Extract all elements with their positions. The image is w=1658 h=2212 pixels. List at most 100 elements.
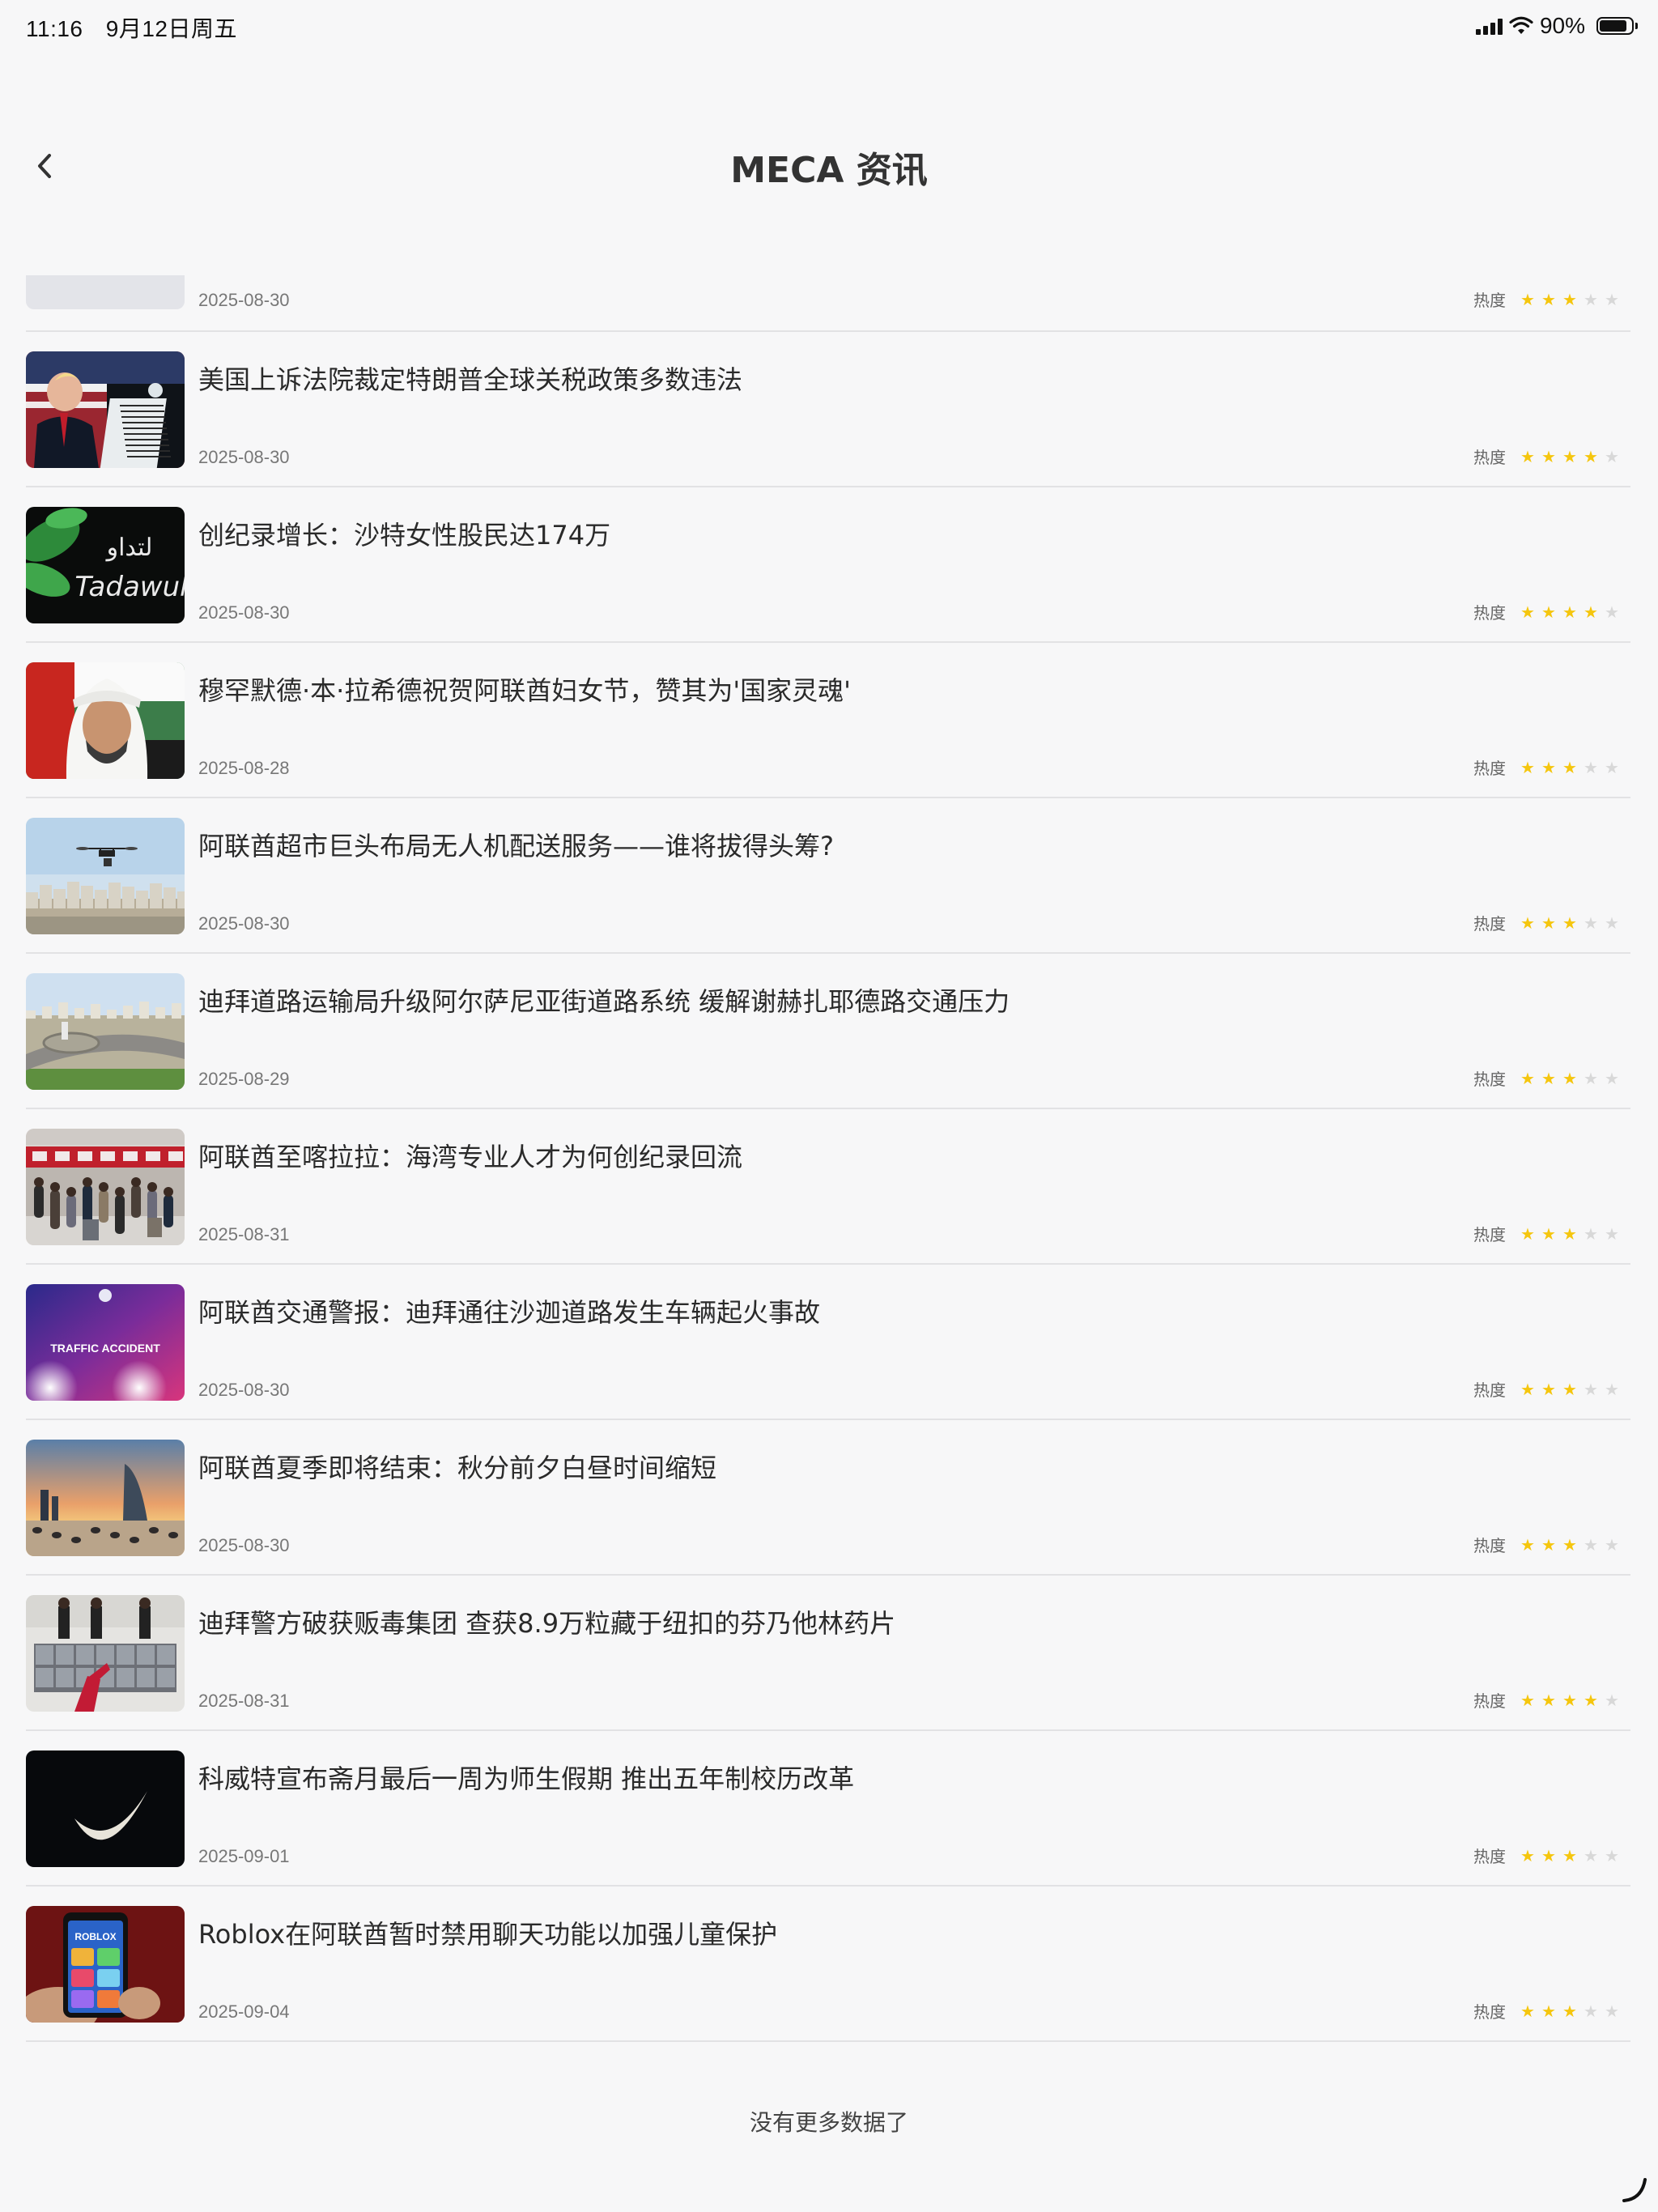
star-icon: ★ bbox=[1520, 602, 1535, 622]
news-list-item[interactable]: 2025-08-30 热度 ★ ★ ★ ★ ★ bbox=[26, 275, 1630, 332]
news-title: 美国上诉法院裁定特朗普全球关税政策多数违法 bbox=[198, 364, 743, 395]
star-icon: ★ bbox=[1584, 1223, 1598, 1244]
star-icon: ★ bbox=[1584, 446, 1598, 466]
star-icon: ★ bbox=[1541, 1068, 1556, 1088]
news-date: 2025-08-30 bbox=[198, 447, 290, 467]
star-icon: ★ bbox=[1520, 1534, 1535, 1555]
star-icon: ★ bbox=[1562, 2001, 1577, 2021]
news-list-item[interactable]: 迪拜道路运输局升级阿尔萨尼亚街道路系统 缓解谢赫扎耶德路交通压力 2025-08-… bbox=[26, 954, 1630, 1109]
heat-label: 热度 bbox=[1473, 291, 1506, 310]
news-date: 2025-08-29 bbox=[198, 1069, 290, 1089]
star-icon: ★ bbox=[1584, 1068, 1598, 1088]
star-icon: ★ bbox=[1520, 2001, 1535, 2021]
news-date: 2025-08-28 bbox=[198, 758, 290, 778]
heat-rating: 热度 ★ ★ ★ ★ ★ bbox=[1473, 911, 1619, 934]
news-thumbnail bbox=[26, 973, 185, 1090]
news-list-item[interactable]: 阿联酋超市巨头布局无人机配送服务——谁将拔得头筹? 2025-08-30 热度 ★ ★ ★… bbox=[26, 798, 1630, 954]
star-icon: ★ bbox=[1562, 1534, 1577, 1555]
heat-label: 热度 bbox=[1473, 1225, 1506, 1244]
star-icon: ★ bbox=[1562, 912, 1577, 933]
star-icon: ★ bbox=[1605, 1845, 1619, 1865]
star-icon: ★ bbox=[1584, 602, 1598, 622]
news-title: Roblox在阿联酋暂时禁用聊天功能以加强儿童保护 bbox=[198, 1919, 778, 1950]
cellular-signal-icon bbox=[1475, 17, 1503, 35]
news-list-item[interactable]: 穆罕默德·本·拉希德祝贺阿联酋妇女节，赞其为'国家灵魂' 2025-08-28 热度… bbox=[26, 643, 1630, 798]
heat-rating: 热度 ★ ★ ★ ★ ★ bbox=[1473, 1222, 1619, 1245]
news-date: 2025-08-31 bbox=[198, 1224, 290, 1244]
star-icon: ★ bbox=[1605, 1223, 1619, 1244]
star-icon: ★ bbox=[1541, 1845, 1556, 1865]
heat-label: 热度 bbox=[1473, 759, 1506, 778]
heat-rating: 热度 ★ ★ ★ ★ ★ bbox=[1473, 287, 1619, 311]
star-icon: ★ bbox=[1605, 289, 1619, 309]
heat-rating: 热度 ★ ★ ★ ★ ★ bbox=[1473, 1844, 1619, 1867]
status-bar-left: 11:16 9月12日周五 bbox=[26, 11, 237, 44]
news-thumbnail bbox=[26, 275, 185, 309]
star-icon: ★ bbox=[1605, 2001, 1619, 2021]
thumbnail-caption: TRAFFIC ACCIDENT bbox=[50, 1342, 160, 1355]
heat-rating: 热度 ★ ★ ★ ★ ★ bbox=[1473, 445, 1619, 468]
star-icon: ★ bbox=[1562, 1068, 1577, 1088]
star-icon: ★ bbox=[1605, 1379, 1619, 1399]
star-icon: ★ bbox=[1562, 446, 1577, 466]
news-title: 阿联酋交通警报：迪拜通往沙迦道路发生车辆起火事故 bbox=[198, 1297, 821, 1328]
star-icon: ★ bbox=[1584, 1379, 1598, 1399]
news-thumbnail: TRAFFIC ACCIDENT bbox=[26, 1284, 185, 1401]
news-title: 创纪录增长：沙特女性股民达174万 bbox=[198, 520, 611, 551]
heat-rating: 热度 ★ ★ ★ ★ ★ bbox=[1473, 755, 1619, 779]
news-thumbnail bbox=[26, 818, 185, 934]
heat-rating: 热度 ★ ★ ★ ★ ★ bbox=[1473, 1688, 1619, 1712]
star-icon: ★ bbox=[1520, 1223, 1535, 1244]
news-list-item[interactable]: 美国上诉法院裁定特朗普全球关税政策多数违法 2025-08-30 热度 ★ ★ ★ ★ ★ bbox=[26, 332, 1630, 487]
star-icon: ★ bbox=[1584, 1534, 1598, 1555]
star-icon: ★ bbox=[1520, 1379, 1535, 1399]
star-icon: ★ bbox=[1541, 1534, 1556, 1555]
wifi-icon bbox=[1509, 16, 1533, 34]
news-list[interactable]: 2025-08-30 热度 ★ ★ ★ ★ ★ 美国上诉法院裁定特朗普全球关税政策多数违法 2… bbox=[26, 275, 1630, 2042]
star-icon: ★ bbox=[1584, 1845, 1598, 1865]
news-thumbnail bbox=[26, 1440, 185, 1556]
heat-rating: 热度 ★ ★ ★ ★ ★ bbox=[1473, 600, 1619, 623]
news-list-item[interactable]: 阿联酋夏季即将结束：秋分前夕白昼时间缩短 2025-08-30 热度 ★ ★ ★ ★ ★ bbox=[26, 1420, 1630, 1576]
news-list-item[interactable]: 迪拜警方破获贩毒集团 查获8.9万粒藏于纽扣的芬乃他林药片 2025-08-31 热… bbox=[26, 1576, 1630, 1731]
heat-label: 热度 bbox=[1473, 1070, 1506, 1089]
news-list-item[interactable]: 阿联酋至喀拉拉：海湾专业人才为何创纪录回流 2025-08-31 热度 ★ ★ ★ ★ ★ bbox=[26, 1109, 1630, 1265]
page-title: MECA 资讯 bbox=[730, 150, 928, 191]
news-thumbnail bbox=[26, 1750, 185, 1867]
scroll-indicator-icon bbox=[1622, 2178, 1647, 2202]
star-icon: ★ bbox=[1605, 1068, 1619, 1088]
star-icon: ★ bbox=[1584, 2001, 1598, 2021]
news-thumbnail bbox=[26, 351, 185, 468]
news-list-item[interactable]: 科威特宣布斋月最后一周为师生假期 推出五年制校历改革 2025-09-01 热度 ★ ★… bbox=[26, 1731, 1630, 1887]
star-icon: ★ bbox=[1541, 912, 1556, 933]
news-list-item[interactable]: لتداو Tadawul 创纪录增长：沙特女性股民达174万 2025-08-3… bbox=[26, 487, 1630, 643]
star-icon: ★ bbox=[1541, 2001, 1556, 2021]
star-icon: ★ bbox=[1562, 757, 1577, 777]
nav-header: MECA 资讯 bbox=[0, 121, 1658, 211]
news-thumbnail bbox=[26, 1129, 185, 1245]
star-icon: ★ bbox=[1584, 1690, 1598, 1710]
star-icon: ★ bbox=[1520, 1690, 1535, 1710]
star-icon: ★ bbox=[1520, 1845, 1535, 1865]
news-title: 阿联酋至喀拉拉：海湾专业人才为何创纪录回流 bbox=[198, 1142, 743, 1172]
heat-label: 热度 bbox=[1473, 2002, 1506, 2022]
star-icon: ★ bbox=[1562, 602, 1577, 622]
news-list-item[interactable]: TRAFFIC ACCIDENT 阿联酋交通警报：迪拜通往沙迦道路发生车辆起火事… bbox=[26, 1265, 1630, 1420]
star-icon: ★ bbox=[1605, 1534, 1619, 1555]
star-icon: ★ bbox=[1562, 1223, 1577, 1244]
star-icon: ★ bbox=[1520, 289, 1535, 309]
heat-rating: 热度 ★ ★ ★ ★ ★ bbox=[1473, 1377, 1619, 1401]
star-icon: ★ bbox=[1520, 446, 1535, 466]
news-date: 2025-08-30 bbox=[198, 1380, 290, 1400]
news-thumbnail bbox=[26, 662, 185, 779]
news-title: 迪拜警方破获贩毒集团 查获8.9万粒藏于纽扣的芬乃他林药片 bbox=[198, 1608, 896, 1639]
heat-label: 热度 bbox=[1473, 603, 1506, 623]
heat-label: 热度 bbox=[1473, 1847, 1506, 1866]
star-icon: ★ bbox=[1520, 757, 1535, 777]
news-date: 2025-09-04 bbox=[198, 2001, 290, 2022]
news-date: 2025-08-30 bbox=[198, 913, 290, 934]
star-icon: ★ bbox=[1520, 1068, 1535, 1088]
news-list-item[interactable]: ROBLOX Roblox在阿联酋暂时禁用聊天功能以加强儿童保护 2025-09-… bbox=[26, 1887, 1630, 2042]
news-title: 阿联酋夏季即将结束：秋分前夕白昼时间缩短 bbox=[198, 1453, 717, 1483]
star-icon: ★ bbox=[1541, 289, 1556, 309]
